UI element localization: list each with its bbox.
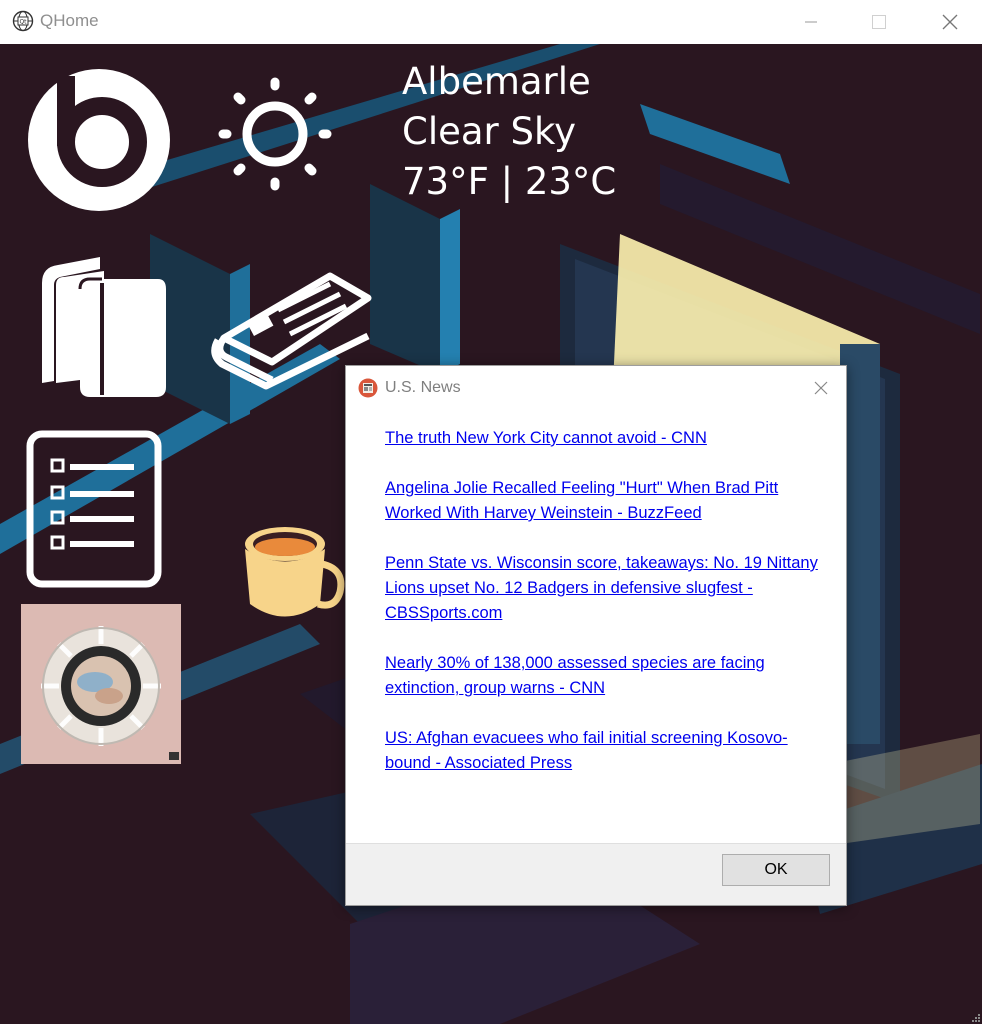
- window-titlebar[interactable]: Qt QHome: [0, 0, 982, 44]
- qt-globe-icon: Qt: [12, 10, 34, 32]
- dialog-title: U.S. News: [385, 379, 461, 396]
- qhome-window: Qt QHome Albemarle Clear Sky 73°F | 23°C…: [0, 0, 982, 1024]
- dialog-close-button[interactable]: [804, 372, 838, 404]
- news-link[interactable]: Penn State vs. Wisconsin score, takeaway…: [385, 551, 825, 626]
- news-link[interactable]: The truth New York City cannot avoid - C…: [385, 426, 825, 451]
- close-button[interactable]: [927, 0, 973, 44]
- news-link[interactable]: Nearly 30% of 138,000 assessed species a…: [385, 651, 825, 701]
- newspaper-app-icon: [358, 378, 378, 398]
- news-link[interactable]: Angelina Jolie Recalled Feeling "Hurt" W…: [385, 476, 825, 526]
- album-cover-image[interactable]: [21, 604, 181, 764]
- minimize-icon: [805, 21, 817, 23]
- sun-icon: [218, 77, 332, 191]
- close-icon: [942, 14, 958, 30]
- window-title: QHome: [40, 11, 99, 30]
- minimize-button[interactable]: [788, 0, 834, 44]
- news-link[interactable]: US: Afghan evacuees who fail initial scr…: [385, 726, 825, 776]
- checklist-icon[interactable]: [26, 430, 162, 588]
- close-icon: [814, 381, 828, 395]
- resize-grip[interactable]: [970, 1012, 980, 1022]
- dialog-titlebar[interactable]: U.S. News: [346, 366, 846, 410]
- beats-icon[interactable]: [27, 68, 171, 212]
- us-news-dialog: U.S. News The truth New York City cannot…: [345, 365, 847, 906]
- dialog-footer: OK: [346, 843, 846, 905]
- weather-location: Albemarle: [402, 60, 591, 103]
- weather-temperature: 73°F | 23°C: [402, 160, 617, 203]
- ok-button[interactable]: OK: [722, 854, 830, 886]
- maximize-icon: [872, 15, 886, 29]
- books-icon[interactable]: [36, 255, 168, 405]
- weather-condition: Clear Sky: [402, 110, 577, 153]
- news-list: The truth New York City cannot avoid - C…: [385, 426, 825, 801]
- maximize-button[interactable]: [856, 0, 902, 44]
- svg-text:Qt: Qt: [19, 19, 27, 26]
